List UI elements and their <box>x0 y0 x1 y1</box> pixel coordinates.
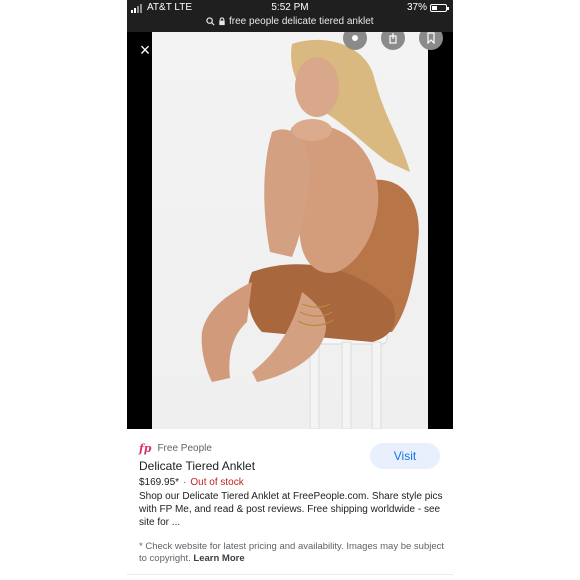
stock-status: Out of stock <box>190 477 244 488</box>
source-name: Free People <box>157 442 212 454</box>
viewer-actions <box>343 32 443 50</box>
close-button[interactable]: × <box>135 40 155 60</box>
pricing-note: * Check website for latest pricing and a… <box>139 541 445 565</box>
product-description: Shop our Delicate Tiered Anklet at FreeP… <box>139 491 443 528</box>
image-viewer: × <box>127 32 453 429</box>
result-card: fp Free People Delicate Tiered Anklet Vi… <box>127 429 453 574</box>
price: $169.95* <box>139 477 180 488</box>
search-icon <box>206 17 215 26</box>
share-button[interactable] <box>381 32 405 50</box>
status-bar: AT&T LTE 5:52 PM 37% <box>127 2 453 16</box>
visit-button[interactable]: Visit <box>370 443 440 469</box>
learn-more-link[interactable]: Learn More <box>193 553 244 564</box>
url-text: free people delicate tiered anklet <box>229 16 374 27</box>
product-title[interactable]: Delicate Tiered Anklet <box>139 459 255 473</box>
price-row: $169.95* · Out of stock <box>139 477 244 488</box>
bookmark-icon <box>427 32 435 44</box>
lens-icon <box>352 35 358 41</box>
note-text: * Check website for latest pricing and a… <box>139 541 445 564</box>
clock: 5:52 PM <box>271 2 309 13</box>
save-button[interactable] <box>419 32 443 50</box>
divider <box>127 574 453 575</box>
free-people-logo-icon: fp <box>139 441 152 455</box>
lens-button[interactable] <box>343 32 367 50</box>
model-illustration <box>201 39 419 429</box>
product-photo[interactable] <box>152 32 428 429</box>
source-row[interactable]: fp Free People <box>139 441 212 455</box>
battery-icon <box>430 4 449 12</box>
lock-icon <box>219 17 225 25</box>
share-icon <box>389 33 397 44</box>
url-bar[interactable]: free people delicate tiered anklet <box>127 16 453 30</box>
browser-top-bar: AT&T LTE 5:52 PM 37% free people delicat… <box>127 0 453 32</box>
separator: · <box>183 477 187 488</box>
battery-percent: 37% <box>406 2 427 13</box>
